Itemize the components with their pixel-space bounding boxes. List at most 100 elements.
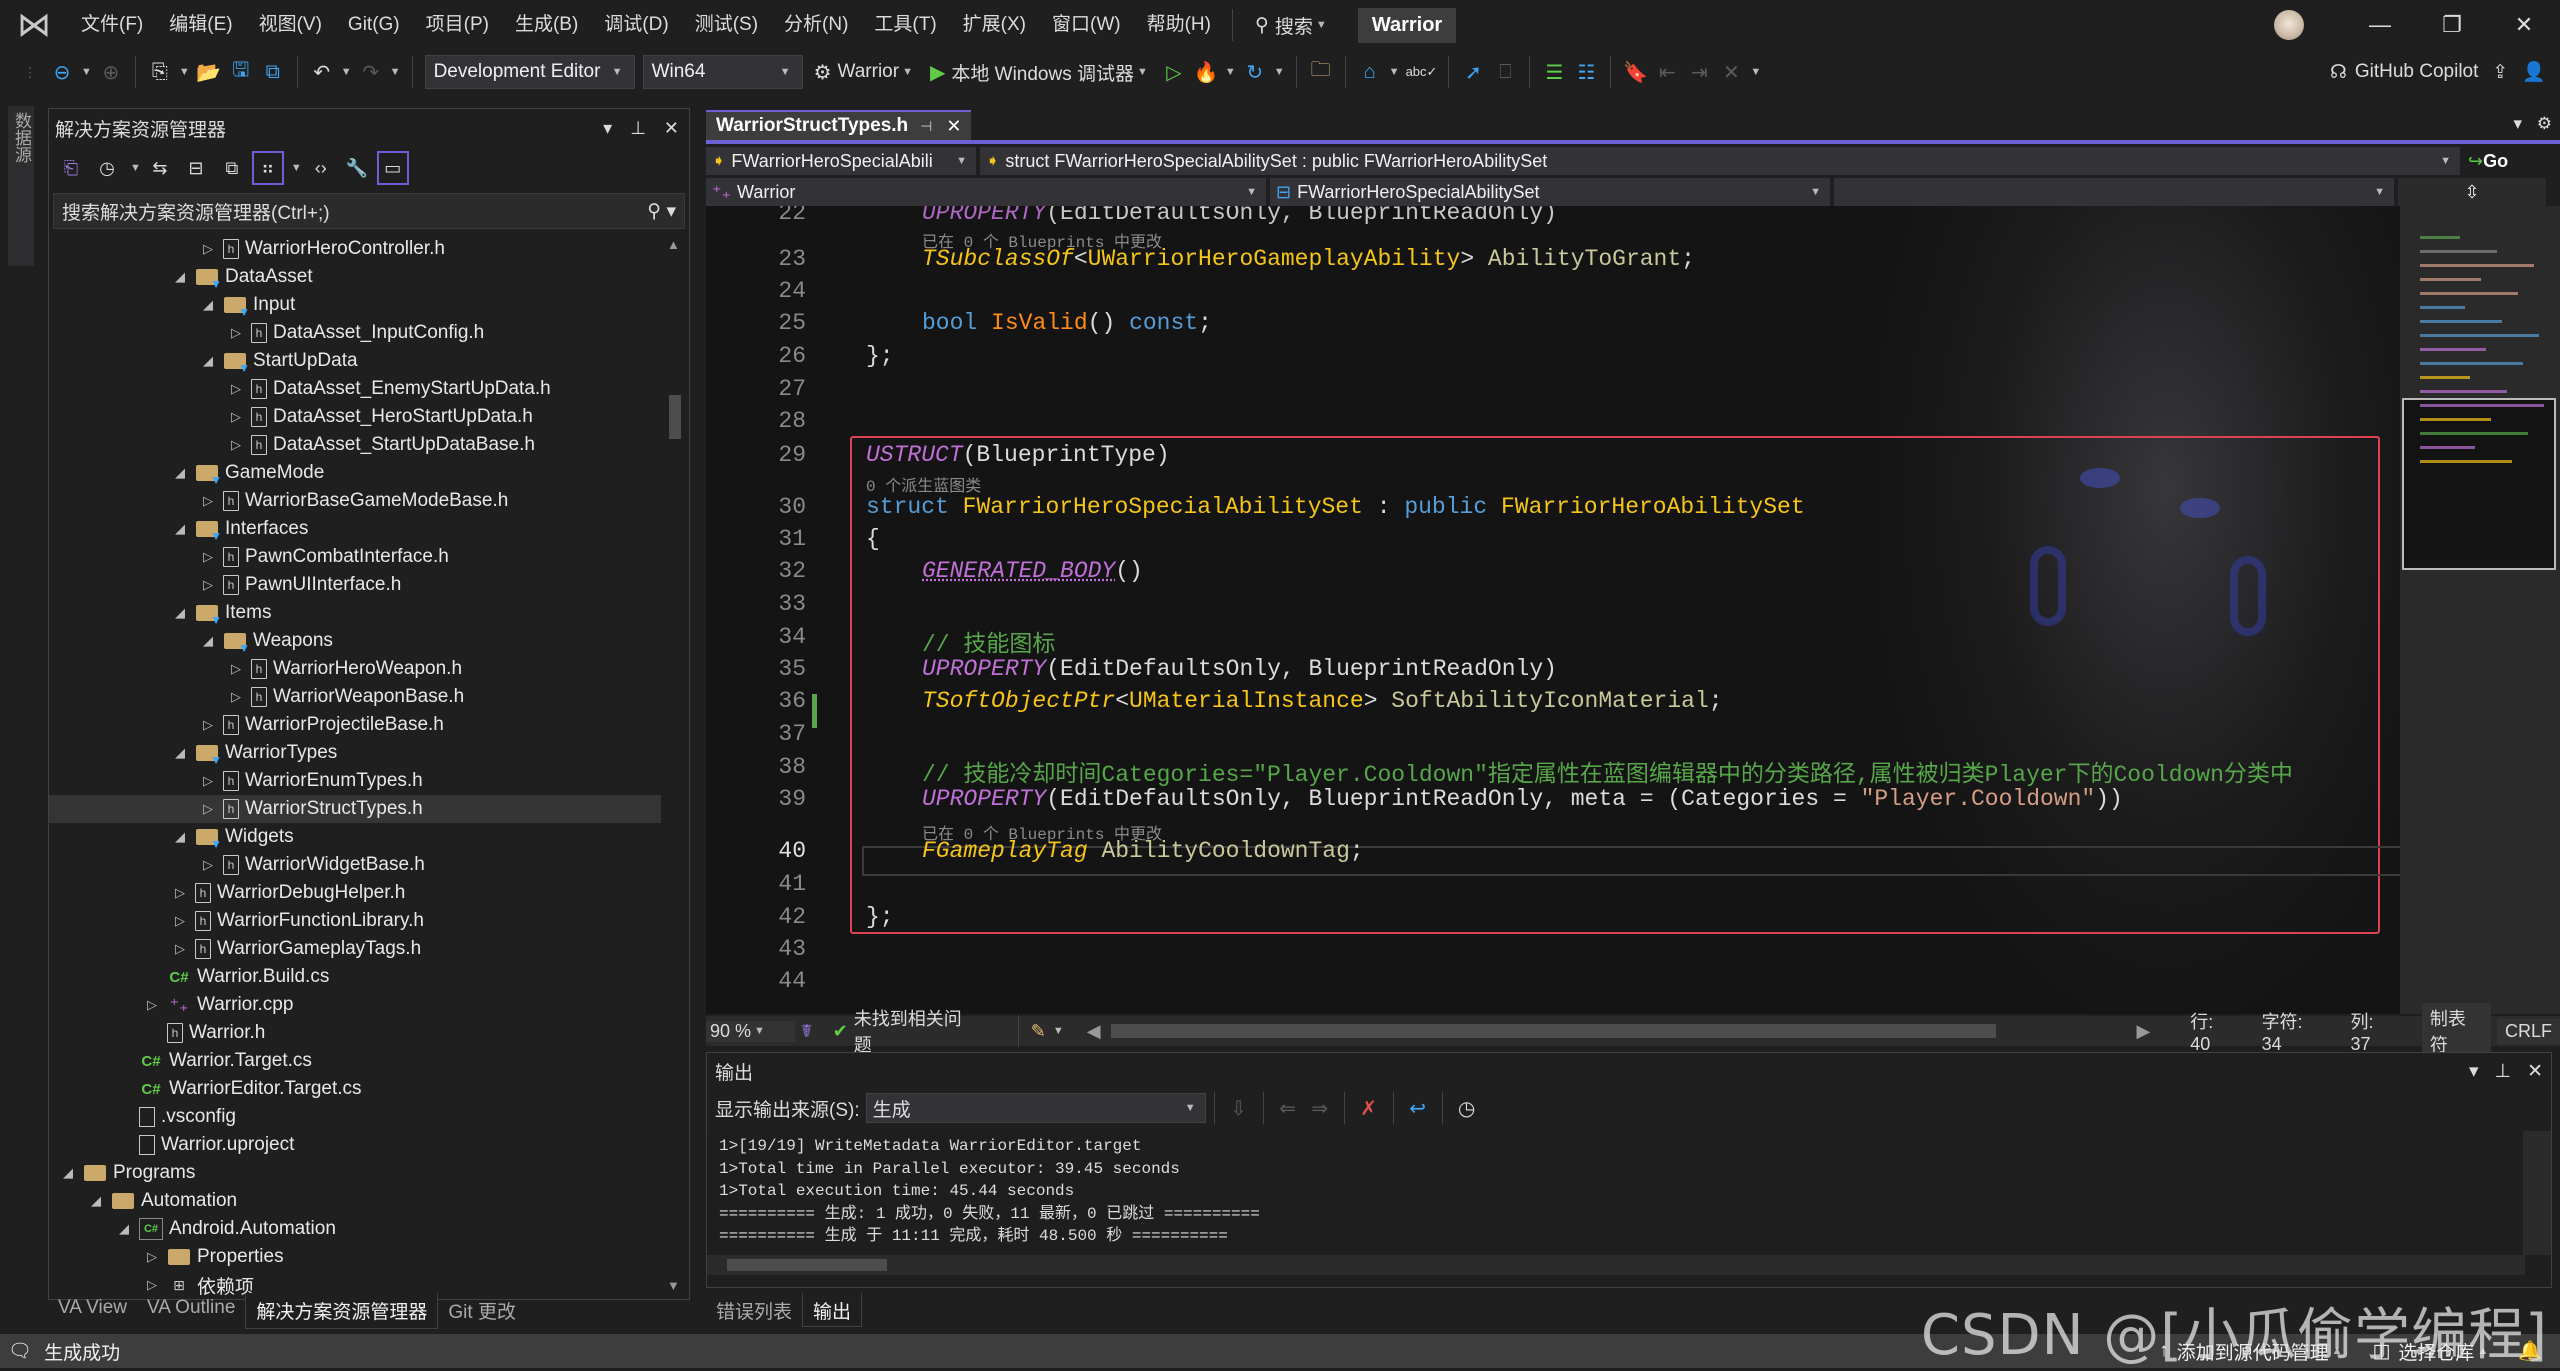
- copilot-button[interactable]: ☊ GitHub Copilot: [2330, 61, 2478, 84]
- tree-item[interactable]: ▷ h WarriorFunctionLibrary.h: [49, 907, 661, 935]
- expanded-arrow-icon[interactable]: ◢: [171, 829, 189, 845]
- collapse-all-button[interactable]: ⊟: [180, 151, 212, 185]
- tree-item[interactable]: ▷ h WarriorHeroController.h: [49, 235, 661, 263]
- output-vertical-scrollbar[interactable]: [2523, 1131, 2551, 1255]
- collapsed-arrow-icon[interactable]: ▷: [227, 409, 245, 425]
- expanded-arrow-icon[interactable]: ◢: [171, 605, 189, 621]
- clear-bookmarks-button[interactable]: ✕: [1718, 56, 1744, 88]
- collapsed-arrow-icon[interactable]: ▷: [227, 381, 245, 397]
- expanded-arrow-icon[interactable]: ◢: [199, 353, 217, 369]
- tree-item[interactable]: ▷ ⊞ 依赖项: [49, 1271, 661, 1296]
- tree-item[interactable]: ▷ h PawnCombatInterface.h: [49, 543, 661, 571]
- expanded-arrow-icon[interactable]: ◢: [171, 269, 189, 285]
- startup-project-button[interactable]: ⚙ Warrior ▼: [810, 56, 920, 88]
- collapsed-arrow-icon[interactable]: ▷: [227, 437, 245, 453]
- split-editor-button[interactable]: ⇳: [2398, 178, 2546, 206]
- scope-dropdown[interactable]: ➧ FWarriorHeroSpecialAbili ▼: [706, 147, 976, 175]
- pin-icon[interactable]: ⊥: [2495, 1060, 2512, 1083]
- new-project-button[interactable]: ⎘: [147, 56, 173, 88]
- collapsed-arrow-icon[interactable]: ▷: [199, 549, 217, 565]
- collapsed-arrow-icon[interactable]: ▷: [143, 997, 161, 1013]
- collapsed-arrow-icon[interactable]: ▷: [143, 1277, 161, 1293]
- outline-button[interactable]: ⎕: [1492, 56, 1518, 88]
- tree-item[interactable]: h Warrior.h: [49, 1019, 661, 1047]
- panel-tab[interactable]: VA View: [48, 1293, 137, 1323]
- code-cleanup-icon[interactable]: ✎: [1031, 1021, 1046, 1042]
- tree-item[interactable]: ◢ Programs: [49, 1159, 661, 1187]
- go-button[interactable]: ↪Go: [2468, 151, 2508, 172]
- menu-item[interactable]: 编辑(E): [156, 0, 245, 50]
- navigate-forward-button[interactable]: ⊕: [98, 56, 124, 88]
- expanded-arrow-icon[interactable]: ◢: [115, 1221, 133, 1237]
- chevron-down-icon[interactable]: ▼: [81, 66, 92, 78]
- gear-icon[interactable]: ⚙: [2537, 114, 2552, 133]
- tree-item[interactable]: ◢ Input: [49, 291, 661, 319]
- chevron-down-icon[interactable]: ▼: [341, 66, 352, 78]
- comment-lines-button[interactable]: ☰: [1541, 56, 1567, 88]
- minimap-viewport[interactable]: [2402, 398, 2556, 570]
- menu-item[interactable]: 文件(F): [68, 0, 156, 50]
- close-button[interactable]: ✕: [2488, 12, 2560, 38]
- menu-item[interactable]: 测试(S): [682, 0, 771, 50]
- indent-mode[interactable]: 制表符: [2421, 1003, 2491, 1059]
- minimize-button[interactable]: —: [2344, 12, 2416, 38]
- collapsed-arrow-icon[interactable]: ▷: [227, 325, 245, 341]
- open-file-button[interactable]: 📂: [196, 56, 222, 88]
- tree-item[interactable]: ▷ h WarriorEnumTypes.h: [49, 767, 661, 795]
- horizontal-scrollbar[interactable]: [1110, 1024, 1997, 1038]
- next-message-button[interactable]: ⇒: [1307, 1092, 1333, 1124]
- pending-changes-filter-button[interactable]: ◷: [91, 151, 123, 185]
- intellicode-icon[interactable]: ☤: [801, 1021, 813, 1042]
- zoom-dropdown[interactable]: 90 % ▼: [706, 1020, 795, 1042]
- tree-item[interactable]: ◢ WarriorTypes: [49, 739, 661, 767]
- tree-item[interactable]: ◢ GameMode: [49, 459, 661, 487]
- uncomment-lines-button[interactable]: ☷: [1573, 56, 1599, 88]
- tree-item[interactable]: ◢ StartUpData: [49, 347, 661, 375]
- collapsed-arrow-icon[interactable]: ▷: [199, 241, 217, 257]
- expanded-arrow-icon[interactable]: ◢: [171, 745, 189, 761]
- start-without-debugging-button[interactable]: ▷: [1161, 56, 1187, 88]
- chevron-down-icon[interactable]: ▼: [130, 162, 141, 174]
- panel-menu-icon[interactable]: ▾: [2469, 1060, 2479, 1083]
- scroll-thumb[interactable]: [669, 395, 681, 439]
- chevron-down-icon[interactable]: ▼: [1274, 66, 1285, 78]
- expanded-arrow-icon[interactable]: ◢: [199, 297, 217, 313]
- search-button[interactable]: ⚲ 搜索 ▼: [1241, 12, 1344, 39]
- pin-icon[interactable]: ⊥: [630, 118, 646, 139]
- tree-item[interactable]: ◢ Items: [49, 599, 661, 627]
- bookmark-button[interactable]: 🔖: [1622, 56, 1648, 88]
- tree-item[interactable]: ◢ Weapons: [49, 627, 661, 655]
- menu-item[interactable]: 生成(B): [502, 0, 591, 50]
- next-bookmark-button[interactable]: ⇥: [1686, 56, 1712, 88]
- tree-item[interactable]: ▷ h WarriorDebugHelper.h: [49, 879, 661, 907]
- collapsed-arrow-icon[interactable]: ▷: [143, 1249, 161, 1265]
- clear-all-button[interactable]: ✗: [1356, 1092, 1382, 1124]
- menu-item[interactable]: Git(G): [335, 0, 413, 50]
- chevron-down-icon[interactable]: ▼: [390, 66, 401, 78]
- collapsed-arrow-icon[interactable]: ▷: [199, 773, 217, 789]
- chevron-down-icon[interactable]: ▼: [1389, 66, 1400, 78]
- menu-item[interactable]: 扩展(X): [950, 0, 1039, 50]
- scroll-up-icon[interactable]: ▲: [667, 237, 680, 252]
- tree-item[interactable]: ◢ Widgets: [49, 823, 661, 851]
- tree-item[interactable]: ▷ h DataAsset_InputConfig.h: [49, 319, 661, 347]
- live-share-icon[interactable]: 👤: [2522, 60, 2546, 84]
- tree-item[interactable]: ▷ h WarriorHeroWeapon.h: [49, 655, 661, 683]
- timestamp-button[interactable]: ◷: [1454, 1092, 1480, 1124]
- menu-item[interactable]: 项目(P): [413, 0, 502, 50]
- tree-item[interactable]: ◢ C# Android.Automation: [49, 1215, 661, 1243]
- find-message-button[interactable]: ⇩: [1226, 1092, 1252, 1124]
- pin-icon[interactable]: ⊣: [920, 118, 932, 135]
- sync-with-document-button[interactable]: ⇆: [144, 151, 176, 185]
- chevron-down-icon[interactable]: ▼: [291, 162, 302, 174]
- show-all-files-button[interactable]: ⧉: [216, 151, 248, 185]
- expanded-arrow-icon[interactable]: ◢: [199, 633, 217, 649]
- code-editor[interactable]: 22 23 24 25 26 27 28 29 30 31 32 33 34 35 36 37 38 39 40 41…: [706, 206, 2400, 1014]
- output-horizontal-scrollbar[interactable]: [707, 1255, 2525, 1275]
- tree-item[interactable]: ▷ Properties: [49, 1243, 661, 1271]
- redo-button[interactable]: ↷: [358, 56, 384, 88]
- tree-item[interactable]: ▷ h WarriorWidgetBase.h: [49, 851, 661, 879]
- collapsed-arrow-icon[interactable]: ▷: [199, 493, 217, 509]
- scroll-thumb[interactable]: [727, 1259, 887, 1271]
- menu-item[interactable]: 调试(D): [591, 0, 681, 50]
